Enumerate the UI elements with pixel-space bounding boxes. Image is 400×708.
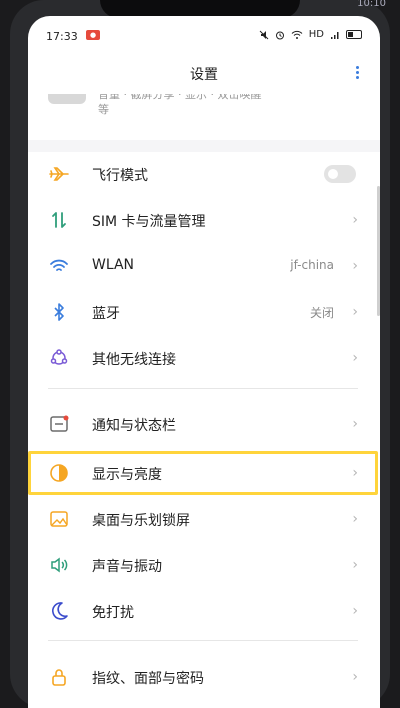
settings-item-label: 通知与状态栏 [92,418,176,434]
settings-item-do-not-disturb[interactable]: 免打扰 › [28,588,380,634]
settings-item-label: 飞行模式 [92,168,148,184]
chevron-right-icon: › [352,212,358,228]
sim-transfer-icon [52,212,66,228]
chevron-right-icon: › [352,511,358,527]
chevron-right-icon: › [352,603,358,619]
status-icons: HD [259,29,362,40]
airplane-mode-toggle[interactable] [324,165,356,183]
settings-item-label: 桌面与乐划锁屏 [92,513,190,529]
settings-item-label: 免打扰 [92,605,134,621]
moon-icon [52,602,68,620]
list-item-partial[interactable]: 音量 · 截屏分享 · 显示 · 双击唤醒 等 [28,94,380,138]
highlight-box [28,451,378,495]
wifi-icon [50,259,68,271]
settings-item-notification[interactable]: 通知与状态栏 › [28,401,380,447]
settings-item-other-wireless[interactable]: 其他无线连接 › [28,335,380,381]
mute-icon [259,30,269,39]
airplane-icon [49,167,69,181]
settings-item-label: 蓝牙 [92,306,120,322]
settings-item-fingerprint-face-password[interactable]: 指纹、面部与密码 › [28,654,380,700]
notification-icon [50,415,69,432]
settings-item-airplane-mode[interactable]: 飞行模式 [28,151,380,197]
settings-item-sim[interactable]: SIM 卡与流量管理 › [28,197,380,243]
settings-item-label: 指纹、面部与密码 [92,671,204,687]
partial-thumbnail [48,94,86,104]
record-indicator-icon: ● [86,30,100,40]
battery-icon [346,30,362,39]
partial-text-line: 等 [98,103,109,116]
chevron-right-icon: › [352,258,358,274]
wifi-status-icon [291,30,303,39]
header: 设置 [28,54,380,94]
chevron-right-icon: › [352,669,358,685]
signal-icon [331,31,339,39]
sound-icon [51,557,68,573]
status-bar: 17:33 ● HD [28,16,380,54]
scrollbar[interactable] [377,186,380,316]
settings-item-label: 声音与振动 [92,559,162,575]
divider [48,640,358,641]
page-title: 设置 [190,67,218,83]
chevron-right-icon: › [352,416,358,432]
divider [48,388,358,389]
chevron-right-icon: › [352,304,358,320]
wireless-network-icon [50,349,68,365]
settings-item-label: SIM 卡与流量管理 [92,214,206,230]
status-time: 17:33 [46,30,78,43]
hd-label: HD [308,29,324,40]
bluetooth-icon [54,303,64,321]
more-menu-icon[interactable] [354,66,360,82]
chevron-right-icon: › [352,557,358,573]
settings-item-wlan[interactable]: WLAN jf-china › [28,243,380,289]
alarm-icon [275,31,284,39]
partial-text-line: 音量 · 截屏分享 · 显示 · 双击唤醒 [98,94,262,101]
settings-item-desktop-lockscreen[interactable]: 桌面与乐划锁屏 › [28,496,380,542]
settings-item-value: jf-china [290,258,334,272]
settings-item-label: 其他无线连接 [92,352,176,368]
settings-item-label: WLAN [92,257,135,273]
lock-icon [52,669,66,686]
outer-time: 10:10 [357,0,386,9]
settings-item-bluetooth[interactable]: 蓝牙 关闭 › [28,289,380,335]
settings-item-value: 关闭 [309,306,334,320]
wallpaper-icon [50,511,68,527]
settings-item-sound-vibration[interactable]: 声音与振动 › [28,542,380,588]
settings-screen: 17:33 ● HD 设置 音量 · 截屏分享 · 显示 · 双击唤醒 等 飞行… [28,16,380,708]
chevron-right-icon: › [352,350,358,366]
